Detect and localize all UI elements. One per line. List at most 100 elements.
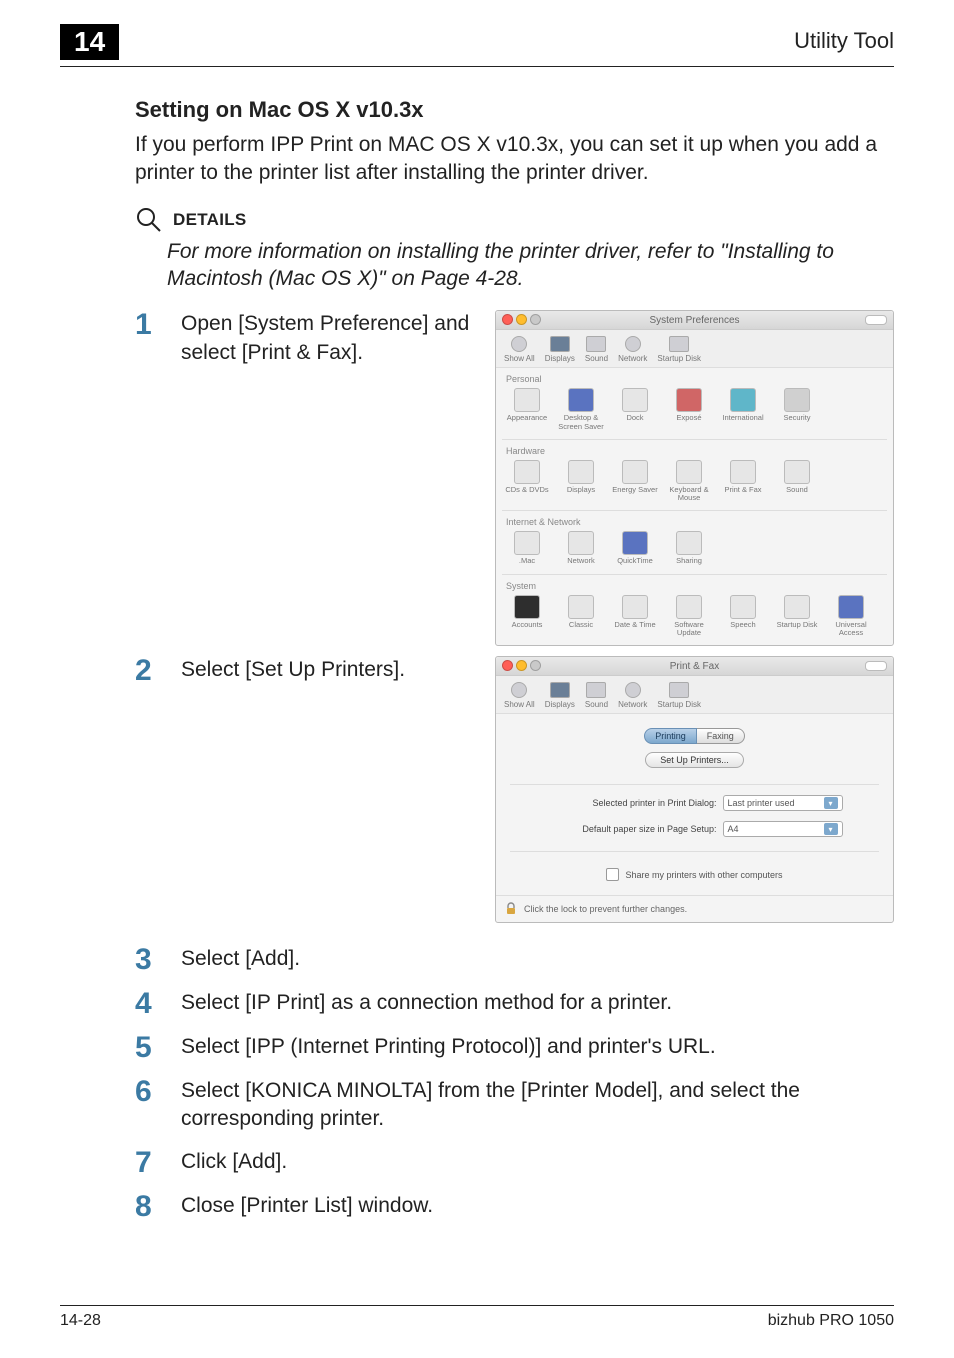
expose-icon[interactable] bbox=[676, 388, 702, 412]
toolbar-toggle-icon[interactable] bbox=[865, 315, 887, 325]
step-number: 1 bbox=[135, 310, 157, 340]
page-footer: 14-28 bizhub PRO 1050 bbox=[60, 1305, 894, 1330]
printfax-toolbar: Show All Displays Sound Network Startup … bbox=[496, 676, 893, 714]
chevron-updown-icon: ▾ bbox=[824, 823, 838, 835]
window-traffic-lights bbox=[502, 314, 541, 325]
security-icon[interactable] bbox=[784, 388, 810, 412]
tab-faxing[interactable]: Faxing bbox=[697, 728, 745, 744]
keyboard-mouse-icon[interactable] bbox=[676, 460, 702, 484]
share-printers-label: Share my printers with other computers bbox=[625, 870, 782, 880]
displays-icon[interactable] bbox=[550, 336, 570, 352]
magnifier-icon bbox=[135, 206, 163, 234]
step-number: 5 bbox=[135, 1033, 157, 1063]
paper-size-label: Default paper size in Page Setup: bbox=[547, 824, 717, 834]
step-text: Open [System Preference] and select [Pri… bbox=[181, 310, 477, 367]
hw-sound-icon[interactable] bbox=[784, 460, 810, 484]
step-3: 3 Select [Add]. bbox=[135, 945, 894, 975]
tab-printing[interactable]: Printing bbox=[644, 728, 697, 744]
step-text: Select [Set Up Printers]. bbox=[181, 656, 477, 684]
toolbar-toggle-icon[interactable] bbox=[865, 661, 887, 671]
appearance-icon[interactable] bbox=[514, 388, 540, 412]
desktop-screensaver-icon[interactable] bbox=[568, 388, 594, 412]
quicktime-icon[interactable] bbox=[622, 531, 648, 555]
step-text: Select [KONICA MINOLTA] from the [Printe… bbox=[181, 1077, 894, 1134]
step-number: 2 bbox=[135, 656, 157, 686]
step-5: 5 Select [IPP (Internet Printing Protoco… bbox=[135, 1033, 894, 1063]
selected-printer-label: Selected printer in Print Dialog: bbox=[547, 798, 717, 808]
hw-displays-icon[interactable] bbox=[568, 460, 594, 484]
screenshot-system-preferences: System Preferences Show All Displays Sou… bbox=[495, 310, 894, 646]
step-number: 4 bbox=[135, 989, 157, 1019]
energy-saver-icon[interactable] bbox=[622, 460, 648, 484]
dot-mac-icon[interactable] bbox=[514, 531, 540, 555]
step-number: 7 bbox=[135, 1148, 157, 1178]
prefs-toolbar: Show All Displays Sound Network Startup … bbox=[496, 330, 893, 368]
dock-icon[interactable] bbox=[622, 388, 648, 412]
network-icon[interactable] bbox=[625, 682, 641, 698]
date-time-icon[interactable] bbox=[622, 595, 648, 619]
header-rule bbox=[60, 66, 894, 67]
prefs-group-personal: Personal bbox=[496, 368, 893, 384]
step-6: 6 Select [KONICA MINOLTA] from the [Prin… bbox=[135, 1077, 894, 1134]
step-number: 6 bbox=[135, 1077, 157, 1107]
step-1: 1 Open [System Preference] and select [P… bbox=[135, 310, 477, 367]
share-printers-checkbox[interactable] bbox=[606, 868, 619, 881]
step-number: 8 bbox=[135, 1192, 157, 1222]
step-2: 2 Select [Set Up Printers]. bbox=[135, 656, 477, 686]
sound-icon[interactable] bbox=[586, 682, 606, 698]
step-text: Select [IP Print] as a connection method… bbox=[181, 989, 894, 1017]
step-text: Click [Add]. bbox=[181, 1148, 894, 1176]
chevron-updown-icon: ▾ bbox=[824, 797, 838, 809]
step-4: 4 Select [IP Print] as a connection meth… bbox=[135, 989, 894, 1019]
window-title: System Preferences bbox=[649, 315, 739, 326]
net-network-icon[interactable] bbox=[568, 531, 594, 555]
cds-dvds-icon[interactable] bbox=[514, 460, 540, 484]
step-text: Close [Printer List] window. bbox=[181, 1192, 894, 1220]
prefs-group-system: System bbox=[496, 575, 893, 591]
minimize-icon[interactable] bbox=[516, 314, 527, 325]
accounts-icon[interactable] bbox=[514, 595, 540, 619]
international-icon[interactable] bbox=[730, 388, 756, 412]
chapter-badge: 14 bbox=[60, 24, 119, 60]
classic-icon[interactable] bbox=[568, 595, 594, 619]
step-8: 8 Close [Printer List] window. bbox=[135, 1192, 894, 1222]
page-number: 14-28 bbox=[60, 1312, 101, 1330]
printfax-tabs: Printing Faxing bbox=[504, 728, 885, 744]
print-fax-icon[interactable] bbox=[730, 460, 756, 484]
startup-disk-icon[interactable] bbox=[669, 336, 689, 352]
software-update-icon[interactable] bbox=[676, 595, 702, 619]
lock-icon[interactable] bbox=[504, 902, 518, 916]
intro-paragraph: If you perform IPP Print on MAC OS X v10… bbox=[135, 131, 894, 188]
show-all-icon[interactable] bbox=[511, 682, 527, 698]
setup-printers-button[interactable]: Set Up Printers... bbox=[645, 752, 744, 768]
prefs-group-internet: Internet & Network bbox=[496, 511, 893, 527]
paper-size-select[interactable]: A4 ▾ bbox=[723, 821, 843, 837]
step-number: 3 bbox=[135, 945, 157, 975]
startup-disk-icon[interactable] bbox=[669, 682, 689, 698]
show-all-icon[interactable] bbox=[511, 336, 527, 352]
network-icon[interactable] bbox=[625, 336, 641, 352]
window-title: Print & Fax bbox=[670, 661, 719, 672]
zoom-icon[interactable] bbox=[530, 314, 541, 325]
step-text: Select [IPP (Internet Printing Protocol)… bbox=[181, 1033, 894, 1061]
prefs-group-hardware: Hardware bbox=[496, 440, 893, 456]
step-7: 7 Click [Add]. bbox=[135, 1148, 894, 1178]
product-name: bizhub PRO 1050 bbox=[768, 1312, 894, 1330]
section-title: Utility Tool bbox=[794, 28, 894, 54]
close-icon[interactable] bbox=[502, 660, 513, 671]
lock-text: Click the lock to prevent further change… bbox=[524, 904, 687, 914]
sound-icon[interactable] bbox=[586, 336, 606, 352]
selected-printer-select[interactable]: Last printer used ▾ bbox=[723, 795, 843, 811]
speech-icon[interactable] bbox=[730, 595, 756, 619]
universal-access-icon[interactable] bbox=[838, 595, 864, 619]
zoom-icon[interactable] bbox=[530, 660, 541, 671]
close-icon[interactable] bbox=[502, 314, 513, 325]
screenshot-print-fax: Print & Fax Show All Displays Sound Netw… bbox=[495, 656, 894, 923]
displays-icon[interactable] bbox=[550, 682, 570, 698]
sys-startup-disk-icon[interactable] bbox=[784, 595, 810, 619]
minimize-icon[interactable] bbox=[516, 660, 527, 671]
details-label: DETAILS bbox=[173, 210, 247, 230]
subsection-heading: Setting on Mac OS X v10.3x bbox=[135, 97, 894, 123]
sharing-icon[interactable] bbox=[676, 531, 702, 555]
window-traffic-lights bbox=[502, 660, 541, 671]
